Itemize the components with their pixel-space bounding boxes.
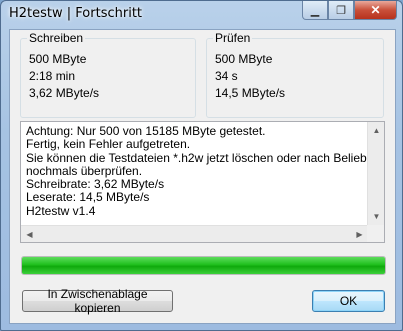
progress-bar [21, 256, 386, 275]
horizontal-scrollbar[interactable]: ◀ ▶ [21, 225, 368, 242]
verify-group-title: Prüfen [213, 31, 253, 45]
log-line: nochmals überprüfen. [26, 163, 143, 178]
verify-time: 34 s [215, 69, 238, 83]
restore-button[interactable]: ❐ [328, 1, 354, 20]
close-icon: ✕ [370, 3, 381, 17]
write-size: 500 MByte [29, 52, 87, 66]
scroll-right-icon[interactable]: ▶ [351, 226, 368, 242]
window-title: H2testw | Fortschritt [9, 6, 143, 21]
log-line: Leserate: 14,5 MByte/s [26, 190, 150, 205]
copy-to-clipboard-button[interactable]: In Zwischenablage kopieren [22, 287, 173, 315]
title-bar[interactable]: H2testw | Fortschritt ▁ ❐ ✕ [1, 1, 402, 28]
scroll-down-icon[interactable]: ▼ [368, 208, 384, 225]
dialog-client-area: Schreiben 500 MByte 2:18 min 3,62 MByte/… [9, 29, 396, 324]
verify-speed: 14,5 MByte/s [215, 86, 286, 100]
ok-button[interactable]: OK [312, 290, 385, 312]
close-button[interactable]: ✕ [354, 1, 397, 20]
write-time: 2:18 min [29, 69, 76, 83]
log-line: Schreibrate: 3,62 MByte/s [26, 177, 165, 192]
verify-size: 500 MByte [215, 52, 273, 66]
minimize-button[interactable]: ▁ [302, 1, 328, 20]
vertical-scrollbar[interactable]: ▲ ▼ [367, 122, 384, 225]
progress-window: H2testw | Fortschritt ▁ ❐ ✕ Schreiben 50… [0, 0, 403, 331]
write-group: Schreiben 500 MByte 2:18 min 3,62 MByte/… [20, 31, 196, 118]
write-speed: 3,62 MByte/s [29, 86, 100, 100]
minimize-icon: ▁ [310, 4, 320, 17]
verify-group: Prüfen 500 MByte 34 s 14,5 MByte/s [206, 31, 384, 118]
restore-icon: ❐ [336, 4, 346, 17]
log-line: Sie können die Testdateien *.h2w jetzt l… [26, 150, 381, 165]
log-lines: Achtung: Nur 500 von 15185 MByte geteste… [26, 124, 381, 218]
log-line: Achtung: Nur 500 von 15185 MByte geteste… [26, 124, 266, 138]
log-textarea[interactable]: Achtung: Nur 500 von 15185 MByte geteste… [20, 121, 385, 243]
write-group-title: Schreiben [27, 31, 86, 45]
log-line: Fertig, kein Fehler aufgetreten. [26, 137, 191, 152]
scroll-left-icon[interactable]: ◀ [21, 226, 38, 242]
log-line: H2testw v1.4 [26, 203, 96, 218]
window-controls: ▁ ❐ ✕ [302, 1, 397, 21]
scrollbar-corner [367, 225, 384, 242]
scroll-up-icon[interactable]: ▲ [368, 122, 384, 139]
progress-fill [22, 257, 385, 274]
